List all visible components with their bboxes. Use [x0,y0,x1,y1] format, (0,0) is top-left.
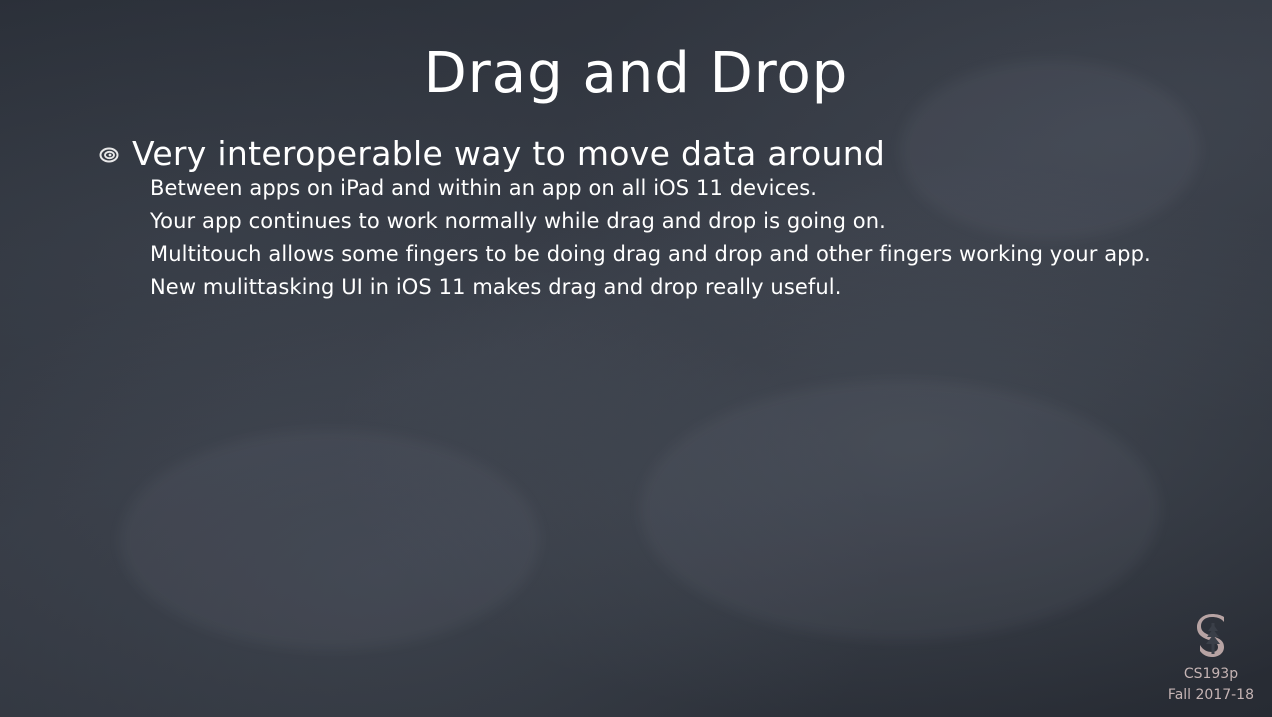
slide: Drag and Drop Very interoperable way to … [0,0,1272,717]
main-bullet: Very interoperable way to move data arou… [98,132,885,176]
slide-title: Drag and Drop [423,41,849,106]
sub-point: New mulittasking UI in iOS 11 makes drag… [150,275,842,299]
main-bullet-text: Very interoperable way to move data arou… [132,134,886,173]
chalk-smudge [120,430,540,650]
course-name: CS193p [1183,666,1239,682]
sub-point-list: Between apps on iPad and within an app o… [150,172,1151,304]
course-info: CS193p Fall 2017-18 [1168,664,1254,706]
sub-point: Multitouch allows some fingers to be doi… [150,242,1151,266]
sub-point: Between apps on iPad and within an app o… [150,176,818,200]
course-term: Fall 2017-18 [1167,687,1254,703]
stanford-s-logo-icon [1197,614,1229,660]
sub-point: Your app continues to work normally whil… [150,209,886,233]
swirl-bullet-icon [98,143,120,165]
chalk-smudge [640,380,1160,640]
